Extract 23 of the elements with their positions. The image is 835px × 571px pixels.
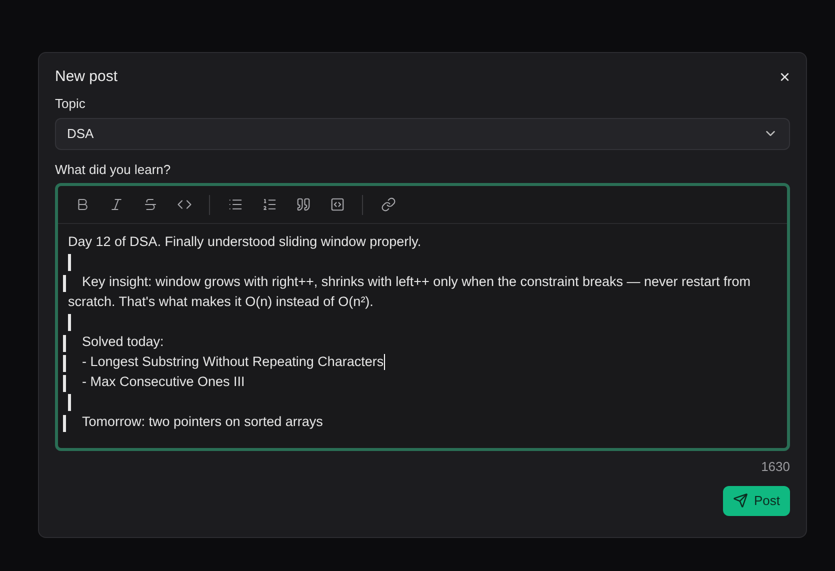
bullet-list-icon (228, 197, 242, 212)
italic-icon (108, 197, 124, 212)
quote-icon (296, 197, 310, 212)
editor-text: Solved today: (81, 333, 165, 351)
dialog-title: New post (55, 66, 118, 87)
editor-text: - Max Consecutive Ones III (81, 373, 246, 391)
send-icon (732, 493, 748, 508)
editor-text: - Longest Substring Without Repeating Characters (81, 353, 386, 372)
text-caret (384, 354, 385, 370)
topic-select[interactable]: DSA (55, 118, 790, 150)
editor[interactable] (55, 183, 790, 451)
editor-text: Day 12 of DSA. Finally understood sliding window properly. (68, 233, 422, 251)
numbered-list-icon (262, 197, 276, 212)
topic-label: Topic (55, 95, 86, 113)
editor-text: Key insight: window grows with right++, shrinks with left++ only when the constraint breaks — never restart from scratch. That's what makes it O(n) instead of O(n²). (68, 273, 752, 311)
editor-label: What did you learn? (55, 160, 172, 179)
character-count: 1630 (761, 458, 790, 476)
editor-text: Tomorrow: two pointers on sorted arrays (81, 413, 324, 431)
link-icon (380, 197, 396, 212)
close-button[interactable]: × (779, 68, 790, 86)
post-button[interactable]: Post (722, 486, 790, 516)
code-block-icon (330, 197, 344, 212)
strikethrough-icon (142, 197, 158, 212)
